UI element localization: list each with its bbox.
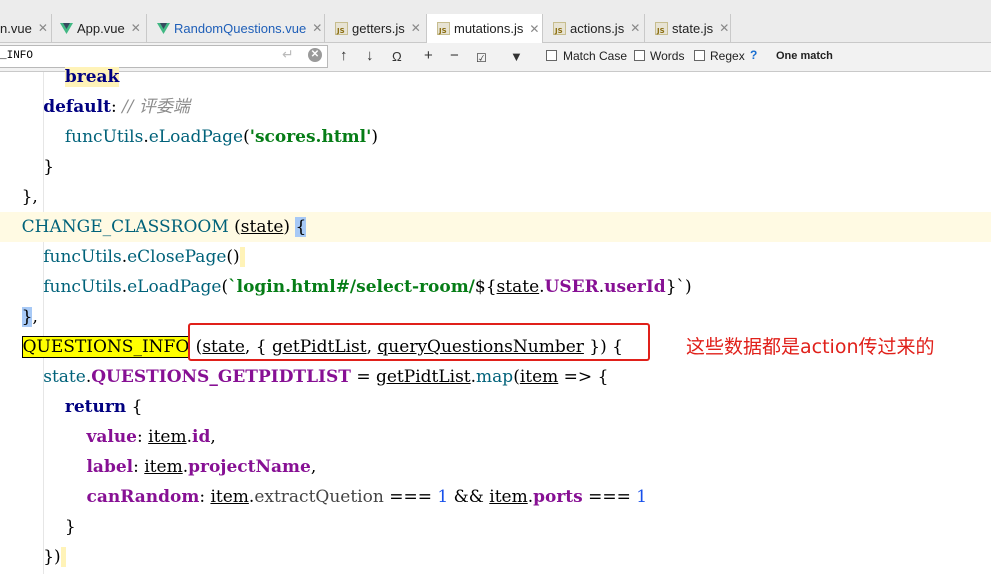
- property: canRandom: [86, 487, 200, 507]
- tab-label: n.vue: [0, 20, 32, 36]
- close-icon[interactable]: ✕: [529, 22, 539, 36]
- code-line: return {: [64, 397, 143, 417]
- tab-label: mutations.js: [454, 21, 524, 36]
- property: label: [86, 457, 134, 477]
- match-case-label: Match Case: [563, 49, 628, 63]
- identifier: funcUtils: [43, 277, 122, 297]
- keyword: return: [64, 397, 127, 417]
- close-icon[interactable]: ✕: [719, 21, 729, 35]
- tab-label: App.vue: [77, 20, 125, 36]
- tab-mutations-js[interactable]: JS mutations.js ✕: [427, 14, 543, 43]
- code-line: value: item.id,: [86, 427, 216, 447]
- variable: item: [489, 487, 528, 507]
- js-file-icon: JS: [335, 21, 348, 35]
- string: 'scores.html': [249, 127, 372, 147]
- annotation-box: [188, 323, 650, 361]
- code-line: }: [0, 517, 76, 537]
- parameter: state: [240, 217, 284, 237]
- property: QUESTIONS_GETPIDTLIST: [91, 367, 351, 387]
- tab-label: RandomQuestions.vue: [174, 20, 307, 36]
- clear-search-icon[interactable]: ✕: [308, 48, 322, 62]
- code-line: funcUtils.eLoadPage('scores.html'): [64, 127, 378, 147]
- variable: state: [43, 367, 86, 387]
- method-name: CHANGE_CLASSROOM: [21, 217, 229, 237]
- code-line: label: item.projectName,: [86, 457, 317, 477]
- close-icon[interactable]: ✕: [38, 21, 48, 35]
- property: extractQuetion: [254, 487, 384, 507]
- close-icon[interactable]: ✕: [411, 21, 421, 35]
- identifier: funcUtils: [64, 127, 144, 147]
- search-match: QUESTIONS_INFO: [21, 336, 191, 358]
- variable: item: [148, 427, 187, 447]
- number: 1: [437, 487, 449, 507]
- close-icon[interactable]: ✕: [131, 21, 141, 35]
- words-label: Words: [650, 49, 685, 63]
- property: userId: [604, 277, 666, 297]
- code-editor[interactable]: break default: // 评委端 funcUtils.eLoadPag…: [0, 67, 991, 574]
- method: eClosePage: [127, 247, 227, 267]
- close-icon[interactable]: ✕: [630, 21, 640, 35]
- property: projectName: [188, 457, 311, 477]
- comment: // 评委端: [122, 97, 190, 117]
- tab-randomquestions-vue[interactable]: RandomQuestions.vue ✕: [147, 14, 325, 42]
- number: 1: [636, 487, 648, 507]
- close-icon[interactable]: ✕: [312, 21, 322, 35]
- code-line: funcUtils.eClosePage(): [0, 242, 991, 272]
- keyword: default: [43, 97, 111, 117]
- words-checkbox[interactable]: [634, 50, 645, 61]
- tab-app-vue[interactable]: App.vue ✕: [52, 14, 147, 42]
- editor-tab-bar: n.vue ✕ App.vue ✕ RandomQuestions.vue ✕ …: [0, 0, 991, 43]
- variable: state: [496, 277, 540, 297]
- vue-icon: [157, 22, 170, 35]
- property: ports: [533, 487, 583, 507]
- match-count: One match: [776, 50, 833, 62]
- property: value: [86, 427, 137, 447]
- tab-n-vue[interactable]: n.vue ✕: [0, 14, 52, 42]
- tab-actions-js[interactable]: JS actions.js ✕: [543, 14, 645, 42]
- js-file-icon: JS: [655, 21, 668, 35]
- code-line: break: [0, 62, 991, 92]
- code-line: }: [0, 157, 55, 177]
- property: USER: [544, 277, 599, 297]
- tab-getters-js[interactable]: JS getters.js ✕: [325, 14, 427, 42]
- method: eLoadPage: [148, 127, 244, 147]
- method: map: [476, 367, 514, 387]
- match-case-checkbox[interactable]: [546, 50, 557, 61]
- code-line: default: // 评委端: [43, 97, 190, 117]
- keyword: break: [64, 67, 120, 87]
- method: eLoadPage: [127, 277, 222, 297]
- string: `login.html#/select-room/: [228, 277, 475, 297]
- code-line: funcUtils.eLoadPage(`login.html#/select-…: [43, 277, 692, 297]
- regex-checkbox[interactable]: [694, 50, 705, 61]
- tab-label: state.js: [672, 20, 714, 36]
- code-line: state.QUESTIONS_GETPIDTLIST = getPidtLis…: [43, 367, 609, 387]
- code-line: canRandom: item.extractQuetion === 1 && …: [86, 487, 648, 507]
- annotation-text: 这些数据都是action传过来的: [686, 336, 935, 358]
- js-file-icon: JS: [437, 22, 450, 35]
- code-line: },: [0, 187, 38, 207]
- property: id: [192, 427, 211, 447]
- parameter: item: [519, 367, 559, 387]
- tab-label: actions.js: [570, 20, 625, 36]
- regex-label: Regex: [710, 49, 745, 63]
- js-file-icon: JS: [553, 21, 566, 35]
- code-line-current: CHANGE_CLASSROOM (state) {: [0, 212, 991, 242]
- tab-label: getters.js: [352, 20, 405, 36]
- vue-icon: [60, 22, 73, 35]
- variable: item: [144, 457, 183, 477]
- regex-help-link[interactable]: ?: [750, 48, 757, 62]
- variable: getPidtList: [375, 367, 471, 387]
- identifier: funcUtils: [43, 247, 122, 267]
- variable: item: [210, 487, 249, 507]
- enter-icon: ↵: [282, 46, 294, 62]
- code-line: }): [0, 542, 991, 572]
- tab-state-js[interactable]: JS state.js ✕: [645, 14, 731, 42]
